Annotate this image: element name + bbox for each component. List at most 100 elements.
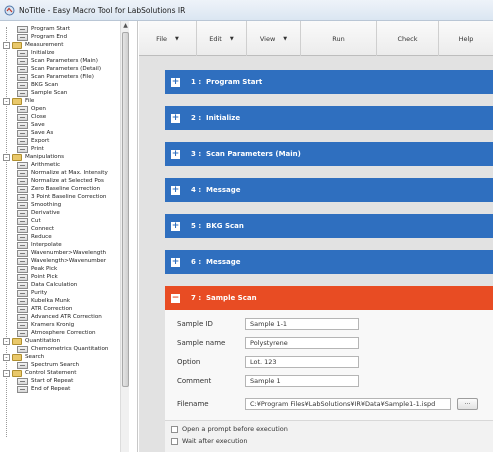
collapse-icon[interactable]: -	[3, 337, 10, 345]
tree-folder-search[interactable]: - Search	[3, 353, 44, 361]
tree-item-reduce[interactable]: Reduce	[17, 233, 52, 241]
tree-folder-quantitation[interactable]: - Quantitation	[3, 337, 60, 345]
tree-item-atr-correction[interactable]: ATR Correction	[17, 305, 72, 313]
file-menu[interactable]: File ▼	[139, 21, 197, 56]
tree-item-save[interactable]: Save	[17, 121, 45, 129]
expand-icon[interactable]: +	[171, 257, 180, 267]
expand-icon[interactable]: +	[171, 221, 180, 231]
expand-icon[interactable]: +	[171, 113, 180, 123]
wait-after-checkbox[interactable]	[171, 438, 178, 445]
tree-item-scan-parameters-detail[interactable]: Scan Parameters (Detail)	[17, 65, 101, 73]
tree-item-sample-scan[interactable]: Sample Scan	[17, 89, 67, 97]
sample-name-input[interactable]: Polystyrene	[245, 337, 359, 349]
step-title: Sample Scan	[206, 294, 257, 302]
step-icon	[17, 161, 28, 169]
tree-folder-file[interactable]: - File	[3, 97, 34, 105]
wait-after-label: Wait after execution	[182, 437, 248, 445]
app-icon	[4, 5, 15, 16]
step-initialize[interactable]: + 2 : Initialize	[165, 106, 493, 130]
tree-item-cut[interactable]: Cut	[17, 217, 41, 225]
tree-item-derivative[interactable]: Derivative	[17, 209, 60, 217]
tree-item-spectrum-search[interactable]: Spectrum Search	[17, 361, 79, 369]
tree-item-arithmetic[interactable]: Arithmetic	[17, 161, 60, 169]
tree-item-3-point-baseline[interactable]: 3 Point Baseline Correction	[17, 193, 106, 201]
tree-item-program-end[interactable]: Program End	[17, 33, 67, 41]
title-bar: NoTitle - Easy Macro Tool for LabSolutio…	[0, 0, 493, 21]
tree-item-scan-parameters-file[interactable]: Scan Parameters (File)	[17, 73, 94, 81]
tree-item-data-calculation[interactable]: Data Calculation	[17, 281, 77, 289]
tree-item-end-of-repeat[interactable]: End of Repeat	[17, 385, 70, 393]
tree-item-print[interactable]: Print	[17, 145, 44, 153]
tree-item-smoothing[interactable]: Smoothing	[17, 201, 61, 209]
tree-item-close[interactable]: Close	[17, 113, 46, 121]
view-menu[interactable]: View ▼	[247, 21, 301, 56]
tree-item-wavelength-wavenumber[interactable]: Wavelength>Wavenumber	[17, 257, 106, 265]
tree-item-zero-baseline[interactable]: Zero Baseline Correction	[17, 185, 100, 193]
edit-menu[interactable]: Edit ▼	[197, 21, 247, 56]
tree-item-connect[interactable]: Connect	[17, 225, 54, 233]
sample-id-input[interactable]: Sample 1-1	[245, 318, 359, 330]
tree-item-save-as[interactable]: Save As	[17, 129, 53, 137]
expand-icon[interactable]: +	[171, 185, 180, 195]
collapse-icon[interactable]: -	[3, 353, 10, 361]
collapse-icon[interactable]: −	[171, 293, 180, 303]
step-sample-scan[interactable]: − 7 : Sample Scan	[165, 286, 493, 310]
open-prompt-checkbox[interactable]	[171, 426, 178, 433]
tree-item-initialize[interactable]: Initialize	[17, 49, 54, 57]
tree-item-program-start[interactable]: Program Start	[17, 25, 70, 33]
step-icon	[17, 209, 28, 217]
tree-folder-control-statement[interactable]: - Control Statement	[3, 369, 76, 377]
tree-item-kramers-kronig[interactable]: Kramers Kronig	[17, 321, 74, 329]
scroll-up-icon[interactable]: ▲	[121, 21, 130, 30]
check-button[interactable]: Check	[377, 21, 439, 56]
tree-item-normalize-selected[interactable]: Normalize at Selected Pos	[17, 177, 104, 185]
collapse-icon[interactable]: -	[3, 369, 10, 377]
filename-input[interactable]: C:¥Program Files¥LabSolutions¥IR¥Data¥Sa…	[245, 398, 451, 410]
run-button[interactable]: Run	[301, 21, 377, 56]
step-scan-parameters-main[interactable]: + 3 : Scan Parameters (Main)	[165, 142, 493, 166]
tree-item-wavenumber-wavelength[interactable]: Wavenumber>Wavelength	[17, 249, 106, 257]
menu-bar: File ▼ Edit ▼ View ▼ Run Check Help	[139, 21, 493, 56]
step-icon	[17, 265, 28, 273]
collapse-icon[interactable]: -	[3, 41, 10, 49]
expand-icon[interactable]: +	[171, 77, 180, 87]
step-program-start[interactable]: + 1 : Program Start	[165, 70, 493, 94]
command-tree[interactable]: Program Start Program End - Measurement I…	[0, 21, 138, 452]
tree-folder-measurement[interactable]: - Measurement	[3, 41, 63, 49]
comment-input[interactable]: Sample 1	[245, 375, 359, 387]
collapse-icon[interactable]: -	[3, 97, 10, 105]
step-message-2[interactable]: + 6 : Message	[165, 250, 493, 274]
tree-item-purity[interactable]: Purity	[17, 289, 47, 297]
tree-item-peak-pick[interactable]: Peak Pick	[17, 265, 57, 273]
expand-icon[interactable]: +	[171, 149, 180, 159]
step-icon	[17, 129, 28, 137]
step-icon	[17, 233, 28, 241]
step-icon	[17, 81, 28, 89]
tree-folder-manipulations[interactable]: - Manipulations	[3, 153, 64, 161]
browse-button[interactable]: ...	[457, 398, 478, 410]
step-icon	[17, 377, 28, 385]
collapse-icon[interactable]: -	[3, 153, 10, 161]
tree-item-kubelka-munk[interactable]: Kubelka Munk	[17, 297, 70, 305]
help-button[interactable]: Help	[439, 21, 493, 56]
step-icon	[17, 281, 28, 289]
tree-item-chemometrics-quantitation[interactable]: Chemometrics Quantitation	[17, 345, 108, 353]
tree-item-advanced-atr-correction[interactable]: Advanced ATR Correction	[17, 313, 102, 321]
tree-item-normalize-max[interactable]: Normalize at Max. Intensity	[17, 169, 108, 177]
tree-item-start-of-repeat[interactable]: Start of Repeat	[17, 377, 73, 385]
folder-icon	[12, 353, 22, 361]
tree-scrollbar[interactable]: ▲	[120, 21, 129, 452]
tree-item-atmosphere-correction[interactable]: Atmosphere Correction	[17, 329, 96, 337]
step-title: Message	[206, 186, 241, 194]
option-input[interactable]: Lot. 123	[245, 356, 359, 368]
tree-item-open[interactable]: Open	[17, 105, 46, 113]
tree-item-export[interactable]: Export	[17, 137, 49, 145]
tree-item-point-pick[interactable]: Point Pick	[17, 273, 58, 281]
tree-item-bkg-scan[interactable]: BKG Scan	[17, 81, 58, 89]
tree-item-scan-parameters-main[interactable]: Scan Parameters (Main)	[17, 57, 98, 65]
scroll-thumb[interactable]	[122, 32, 129, 387]
tree-item-interpolate[interactable]: Interpolate	[17, 241, 62, 249]
step-bkg-scan[interactable]: + 5 : BKG Scan	[165, 214, 493, 238]
step-icon	[17, 73, 28, 81]
step-message-1[interactable]: + 4 : Message	[165, 178, 493, 202]
